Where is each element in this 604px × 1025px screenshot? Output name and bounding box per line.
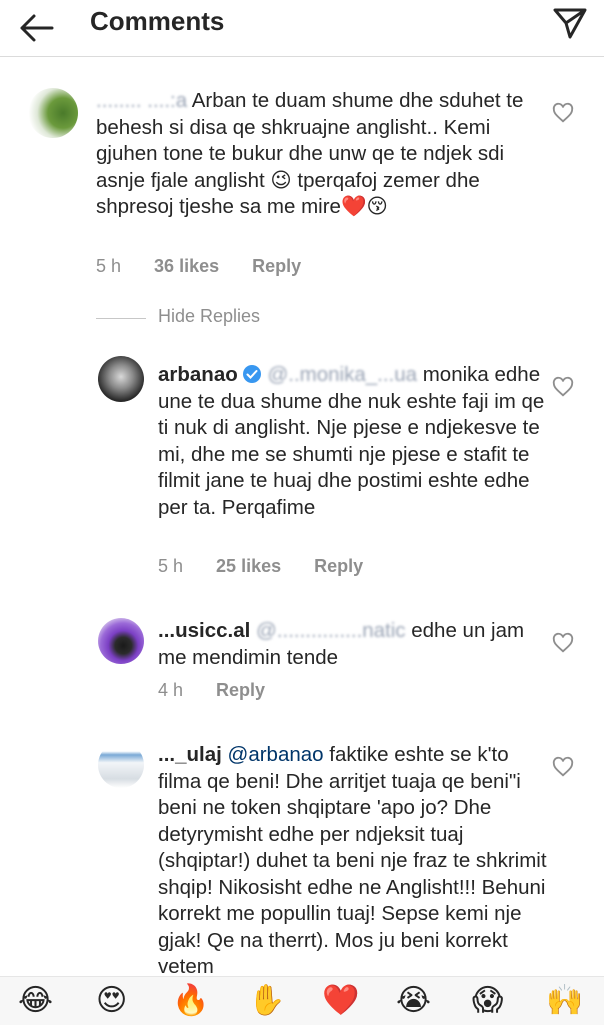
comment-text: ..._ulaj @arbanao faktike eshte se k'to … bbox=[158, 742, 550, 981]
like-heart-icon[interactable] bbox=[552, 756, 574, 778]
comment-likes[interactable]: 25 likes bbox=[216, 556, 281, 576]
comment-text: ...usicc.al @...............natic edhe u… bbox=[158, 618, 550, 671]
emoji-raised-hand-button[interactable]: ✋ bbox=[248, 983, 285, 1019]
like-heart-icon[interactable] bbox=[552, 632, 574, 654]
avatar[interactable] bbox=[28, 88, 78, 138]
comment-mention[interactable]: @arbanao bbox=[228, 743, 324, 766]
divider-line bbox=[96, 318, 146, 319]
emoji-raised-hands-button[interactable]: 🙌 bbox=[546, 983, 583, 1019]
comment-time: 5 h bbox=[96, 256, 122, 276]
comment-meta: 4 h Reply bbox=[158, 680, 293, 701]
comment-meta: 5 h 25 likes Reply bbox=[158, 556, 391, 577]
page-title: Comments bbox=[90, 6, 225, 36]
direct-message-icon[interactable] bbox=[552, 4, 588, 40]
reply-button[interactable]: Reply bbox=[216, 680, 265, 700]
back-arrow-icon[interactable] bbox=[16, 8, 56, 48]
reply-button[interactable]: Reply bbox=[314, 556, 363, 576]
comment-text: ........ ....:a Arban te duam shume dhe … bbox=[96, 88, 536, 221]
comment-username[interactable]: ..._ulaj bbox=[158, 743, 222, 766]
avatar[interactable] bbox=[98, 742, 144, 788]
comment-body: monika edhe une te dua shume dhe nuk esh… bbox=[158, 363, 545, 519]
emoji-scream-button[interactable]: 😱 bbox=[472, 983, 503, 1019]
comment-username[interactable]: arbanao bbox=[158, 363, 238, 386]
verified-badge-icon bbox=[242, 365, 261, 383]
comment-body: faktike eshte se k'to filma qe beni! Dhe… bbox=[158, 743, 547, 978]
reply-button[interactable]: Reply bbox=[252, 256, 301, 276]
like-heart-icon[interactable] bbox=[552, 376, 574, 398]
comment-likes[interactable]: 36 likes bbox=[154, 256, 219, 276]
comment-username[interactable]: ...usicc.al bbox=[158, 619, 250, 642]
emoji-heart-eyes-button[interactable]: 😍 bbox=[96, 983, 127, 1019]
comment-meta: 5 h 36 likes Reply bbox=[96, 256, 329, 277]
comment-username[interactable]: ........ ....:a bbox=[96, 89, 187, 112]
header-bar: Comments bbox=[0, 0, 604, 57]
avatar[interactable] bbox=[98, 356, 144, 402]
emoji-crying-button[interactable]: 😭 bbox=[396, 983, 431, 1019]
emoji-fire-button[interactable]: 🔥 bbox=[172, 983, 209, 1019]
hide-replies-label[interactable]: Hide Replies bbox=[158, 306, 260, 327]
emoji-reaction-bar: 😂 😍 🔥 ✋ ❤️ 😭 😱 🙌 bbox=[0, 976, 604, 1025]
comment-mention[interactable]: @..monika_...ua bbox=[267, 363, 417, 386]
avatar[interactable] bbox=[98, 618, 144, 664]
comment-time: 4 h bbox=[158, 680, 184, 700]
comment-time: 5 h bbox=[158, 556, 184, 576]
comment-text: arbanao @..monika_...ua monika edhe une … bbox=[158, 362, 550, 521]
emoji-joy-button[interactable]: 😂 bbox=[18, 983, 53, 1019]
comment-mention[interactable]: @...............natic bbox=[256, 619, 406, 642]
like-heart-icon[interactable] bbox=[552, 102, 574, 124]
emoji-red-heart-button[interactable]: ❤️ bbox=[322, 983, 359, 1019]
